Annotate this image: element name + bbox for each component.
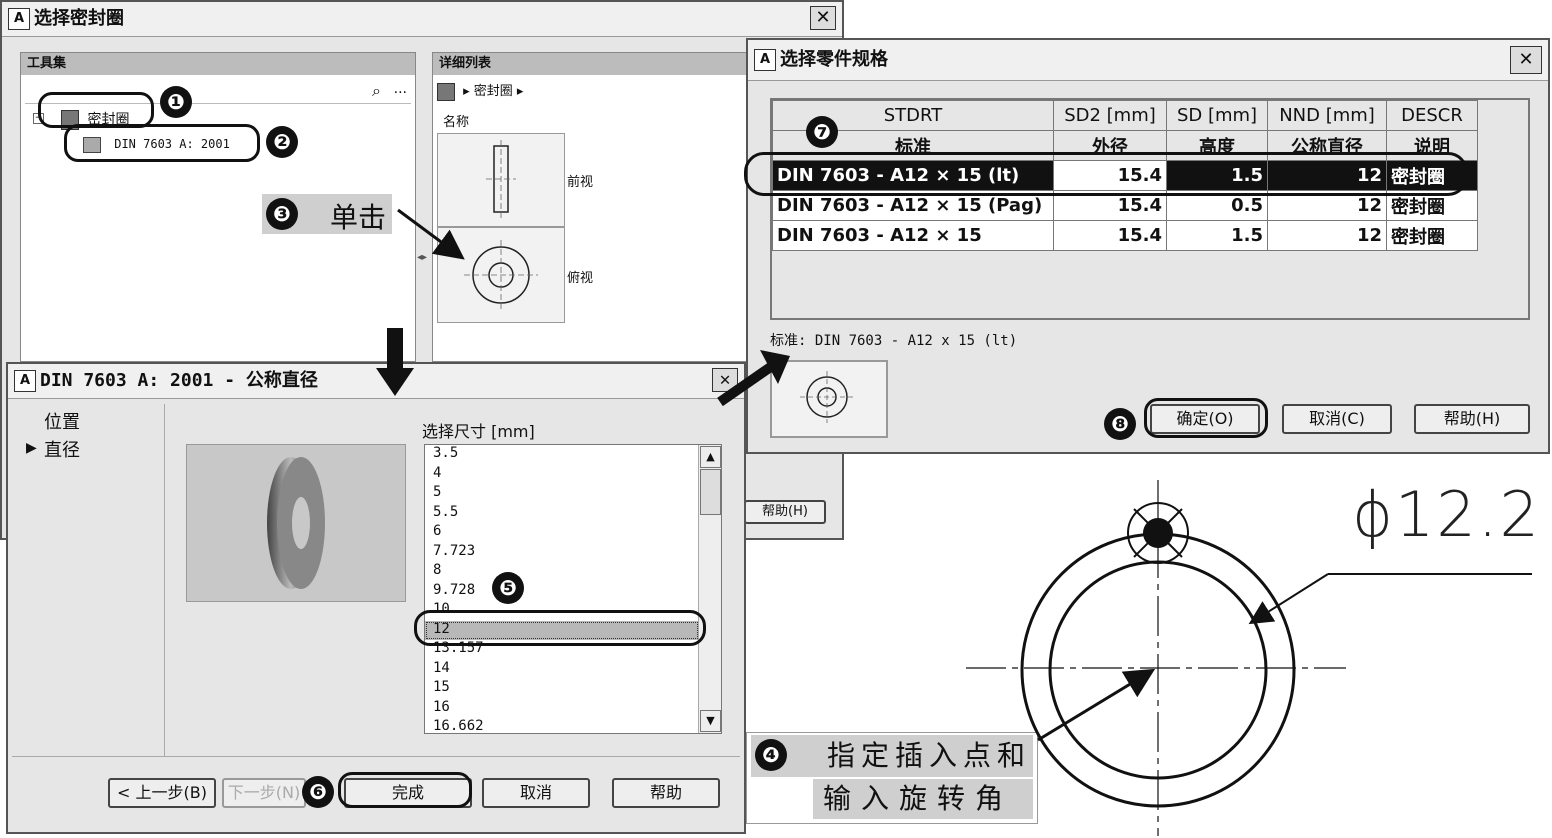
button-bar [12, 756, 740, 757]
search-more-button[interactable]: ... [394, 81, 407, 97]
detail-breadcrumb[interactable]: ▸ 密封圈 ▸ [437, 81, 523, 103]
search-icon[interactable]: ⌕ [372, 81, 381, 101]
size-list-item[interactable]: 6 [425, 523, 699, 543]
step4-callout-row1: ❹ 指定插入点和 [751, 735, 1033, 777]
size-list-label: 选择尺寸 [mm] [422, 422, 535, 441]
help-button[interactable]: 帮助(H) [1414, 404, 1530, 434]
top-view-thumbnail [464, 240, 538, 310]
step7-highlight [744, 152, 1468, 196]
wizard-nav: 位置 ▶ 直径 [14, 404, 165, 756]
size-list-item[interactable]: 15 [425, 679, 699, 699]
select-part-spec-title: 选择零件规格 [780, 49, 888, 70]
step1-badge: ❶ [160, 86, 192, 118]
step5-highlight [414, 610, 706, 646]
size-list-item[interactable]: 5.5 [425, 504, 699, 524]
step7-badge: ❼ [806, 116, 838, 148]
toolset-header: 工具集 [21, 53, 415, 75]
step4-callout: ❹ 指定插入点和 输入旋转角 [746, 732, 1038, 824]
close-button[interactable]: ✕ [810, 6, 836, 30]
app-icon: A [14, 370, 36, 392]
size-list-item[interactable]: 16.662 [425, 718, 699, 733]
nominal-diameter-titlebar: A DIN 7603 A: 2001 - 公称直径 ✕ [8, 364, 744, 399]
step3-callout: ❸ 单击 [262, 194, 392, 234]
diameter-dimension: ϕ12.2 [1352, 478, 1541, 551]
select-part-spec-titlebar: A 选择零件规格 ✕ [748, 40, 1548, 81]
select-seal-title: 选择密封圈 [34, 8, 124, 29]
column-code-header[interactable]: SD [mm] [1166, 100, 1268, 131]
nav-selected-arrow-icon: ▶ [26, 440, 37, 456]
size-list-item[interactable]: 14 [425, 660, 699, 680]
spec-preview-thumbnail [800, 371, 854, 423]
spec-cell: 密封圈 [1386, 220, 1478, 251]
name-column-header: 名称 [443, 115, 470, 130]
close-button[interactable]: ✕ [712, 368, 738, 392]
size-list: 3.5 4 5 5.5 6 7.723 8 9.728 10 12 13.157 14 15 16 16.6… [425, 445, 699, 733]
column-code-header[interactable]: NND [mm] [1267, 100, 1387, 131]
nav-item-diameter[interactable]: 直径 [44, 436, 80, 462]
washer-3d-render [267, 457, 325, 589]
help-button[interactable]: 帮助 [612, 778, 720, 808]
splitter-handle[interactable]: ◂▸ [417, 252, 431, 266]
front-view-tile[interactable] [437, 133, 565, 227]
spec-cell: 1.5 [1166, 220, 1268, 251]
size-list-item[interactable]: 16 [425, 699, 699, 719]
cancel-button[interactable]: 取消(C) [1282, 404, 1392, 434]
step4-badge: ❹ [755, 739, 787, 771]
nav-item-position[interactable]: 位置 [44, 408, 80, 434]
scroll-up-icon[interactable]: ▲ [700, 446, 721, 468]
spec-row[interactable]: DIN 7603 - A12 × 15 15.4 1.5 12 密封圈 [772, 220, 1478, 251]
scroll-thumb[interactable] [700, 469, 721, 515]
spec-cell: 12 [1267, 220, 1387, 251]
step6-highlight [338, 772, 472, 808]
part-preview [186, 444, 406, 602]
cancel-button[interactable]: 取消 [482, 778, 590, 808]
size-list-item[interactable]: 8 [425, 562, 699, 582]
step6-badge: ❻ [302, 776, 334, 808]
column-code-header[interactable]: DESCR [1386, 100, 1478, 131]
step4-line1: 指定插入点和 [827, 739, 1032, 772]
select-part-spec-window: A 选择零件规格 ✕ STDRT SD2 [mm] SD [mm] NND [mm] D… [746, 38, 1550, 454]
top-view-label: 俯视 [567, 271, 594, 286]
folder-icon [437, 82, 455, 101]
app-icon: A [754, 49, 776, 71]
select-seal-titlebar: A 选择密封圈 ✕ [2, 2, 842, 37]
step3-badge: ❸ [266, 198, 298, 230]
back-button[interactable]: < 上一步(B) [108, 778, 216, 808]
breadcrumb-path: ▸ 密封圈 ▸ [463, 84, 524, 99]
step1-highlight [38, 92, 154, 128]
step3-label: 单击 [330, 201, 387, 234]
size-listbox[interactable]: 3.5 4 5 5.5 6 7.723 8 9.728 10 12 13.157 14 15 16 16.6… [424, 444, 722, 734]
spec-grid: STDRT SD2 [mm] SD [mm] NND [mm] DESCR 标准 外径 高度公… [770, 98, 1530, 320]
help-button[interactable]: 帮助(H) [744, 500, 826, 524]
top-view-tile[interactable] [437, 227, 565, 323]
step4-line2: 输入旋转角 [823, 782, 1014, 815]
nominal-diameter-title: DIN 7603 A: 2001 - 公称直径 [40, 370, 318, 391]
scrollbar[interactable]: ▲ ▼ [698, 445, 721, 733]
step2-badge: ❷ [266, 126, 298, 158]
close-button[interactable]: ✕ [1510, 46, 1542, 74]
step2-highlight [64, 124, 260, 162]
step4-callout-row2: 输入旋转角 [813, 779, 1033, 819]
selected-spec-status: 标准: DIN 7603 - A12 x 15 (lt) [770, 333, 1018, 349]
front-view-thumbnail [486, 140, 516, 218]
scroll-down-icon[interactable]: ▼ [700, 710, 721, 732]
column-code-header[interactable]: SD2 [mm] [1053, 100, 1167, 131]
size-list-item[interactable]: 5 [425, 484, 699, 504]
size-list-item[interactable]: 4 [425, 465, 699, 485]
app-icon: A [8, 8, 30, 30]
front-view-label: 前视 [567, 175, 594, 190]
nominal-diameter-window: A DIN 7603 A: 2001 - 公称直径 ✕ 位置 ▶ 直径 选择尺寸… [6, 362, 746, 834]
size-list-item[interactable]: 9.728 [425, 582, 699, 602]
step8-highlight [1144, 398, 1268, 438]
step5-badge: ❺ [492, 572, 524, 604]
step8-badge: ❽ [1104, 408, 1136, 440]
size-list-item[interactable]: 7.723 [425, 543, 699, 563]
spec-cell: 15.4 [1053, 220, 1167, 251]
next-button[interactable]: 下一步(N) [222, 778, 306, 808]
spec-preview [770, 360, 888, 438]
size-list-item[interactable]: 3.5 [425, 445, 699, 465]
spec-cell: DIN 7603 - A12 × 15 [772, 220, 1054, 251]
